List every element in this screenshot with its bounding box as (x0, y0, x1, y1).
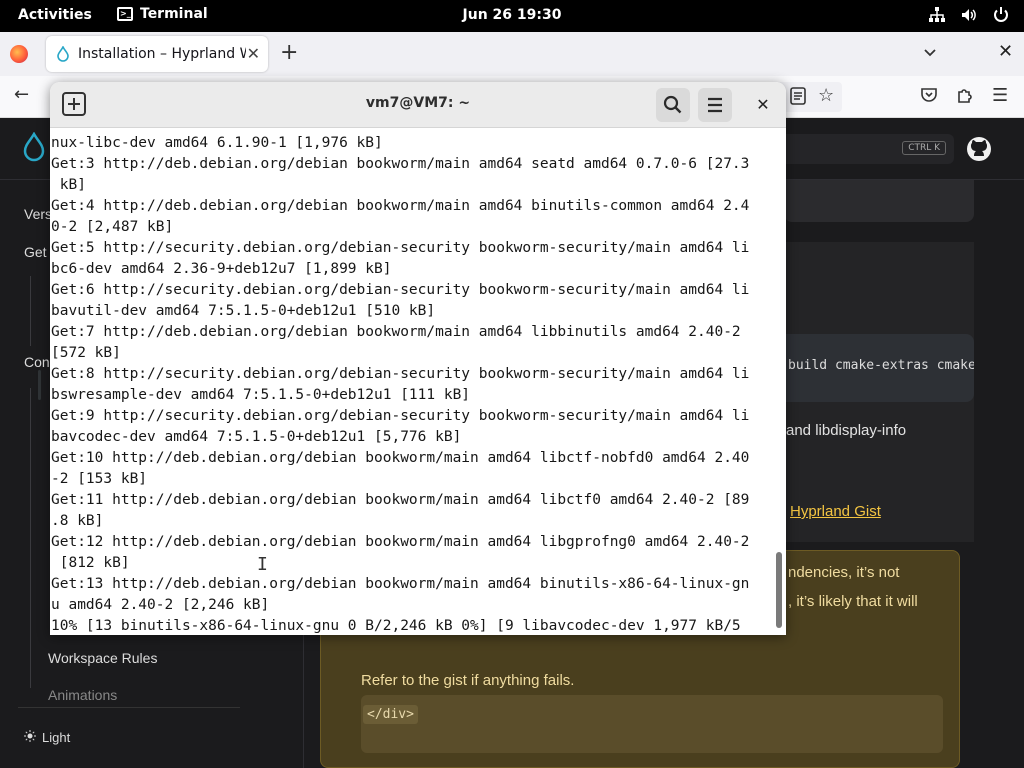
terminal-line: Get:5 http://security.debian.org/debian-… (51, 240, 750, 256)
warning-text: Refer to the gist if anything fails. (361, 672, 575, 689)
terminal-close-icon[interactable]: ✕ (750, 92, 776, 118)
warning-code-text: </div> (363, 705, 418, 724)
warning-text-line: , it’s likely that it will (788, 593, 918, 610)
app-name: Terminal (140, 6, 208, 22)
content-card (784, 180, 974, 222)
sidebar-tree-line (30, 276, 31, 346)
tab-close-icon[interactable]: ✕ (247, 44, 260, 63)
terminal-line: u amd64 2.40-2 [2,246 kB] (51, 597, 270, 613)
terminal-line: 10% [13 binutils-x86-64-linux-gnu 0 B/2,… (51, 618, 741, 634)
sidebar-item-configuring[interactable]: Con (24, 354, 50, 370)
text-cursor-icon: I (257, 554, 268, 575)
terminal-search-button[interactable] (656, 88, 690, 122)
terminal-line: Get:10 http://deb.debian.org/debian book… (51, 450, 750, 466)
terminal-line: -2 [153 kB] (51, 471, 148, 487)
theme-toggle[interactable]: Light (24, 730, 70, 745)
wiki-search-box[interactable]: CTRL K (780, 134, 954, 164)
back-icon[interactable]: ← (14, 84, 29, 105)
warning-text-line: ndencies, it’s not (788, 564, 900, 581)
terminal-line: .8 kB] (51, 513, 104, 529)
terminal-line: Get:7 http://deb.debian.org/debian bookw… (51, 324, 741, 340)
window-close-icon[interactable]: ✕ (998, 41, 1013, 62)
bookmark-star-icon[interactable]: ☆ (818, 85, 834, 106)
gnome-top-bar: Activities >_ Terminal Jun 26 19:30 (0, 0, 1024, 32)
volume-icon[interactable] (960, 6, 978, 28)
terminal-line: Get:9 http://security.debian.org/debian-… (51, 408, 750, 424)
terminal-line: Get:4 http://deb.debian.org/debian bookw… (51, 198, 750, 214)
sidebar-item-getting-started[interactable]: Get (24, 244, 47, 260)
network-icon[interactable] (928, 6, 946, 28)
sidebar-item-animations[interactable]: Animations (48, 687, 117, 703)
terminal-scrollbar[interactable] (776, 552, 782, 628)
paragraph-text: and libdisplay-info (786, 422, 907, 439)
terminal-line: bc6-dev amd64 2.36-9+deb12u7 [1,899 kB] (51, 261, 392, 277)
warning-code-block[interactable]: </div> (361, 695, 943, 753)
sidebar-selected-marker (38, 370, 41, 400)
sidebar-item-workspace-rules[interactable]: Workspace Rules (48, 650, 157, 666)
reader-view-icon[interactable] (790, 87, 806, 109)
browser-tab-active[interactable]: Installation – Hyprland W ✕ (46, 36, 268, 72)
terminal-line: [572 kB] (51, 345, 121, 361)
terminal-line: [812 kB] (51, 555, 130, 571)
terminal-line: Get:3 http://deb.debian.org/debian bookw… (51, 156, 750, 172)
terminal-line: bavutil-dev amd64 7:5.1.5-0+deb12u1 [510… (51, 303, 436, 319)
hyprland-gist-link[interactable]: Hyprland Gist (790, 503, 881, 520)
menu-icon[interactable]: ☰ (992, 85, 1008, 106)
tab-title: Installation – Hyprland W (78, 46, 246, 62)
terminal-line: bavcodec-dev amd64 7:5.1.5-0+deb12u1 [5,… (51, 429, 462, 445)
code-text: build cmake-extras cmake (788, 358, 974, 373)
search-icon (663, 95, 682, 114)
hyprland-logo-icon[interactable] (22, 131, 46, 167)
terminal-window[interactable]: vm7@VM7: ~ ✕ nux-libc-dev amd64 6.1.90-1… (50, 82, 786, 635)
code-block[interactable]: build cmake-extras cmake (784, 334, 974, 402)
sidebar-divider (18, 707, 240, 708)
system-tray[interactable] (928, 6, 1010, 28)
power-icon[interactable] (992, 6, 1010, 28)
hyprland-favicon-icon (57, 46, 69, 62)
terminal-icon: >_ (117, 7, 133, 21)
terminal-output[interactable]: nux-libc-dev amd64 6.1.90-1 [1,976 kB] Ge… (50, 129, 772, 635)
terminal-line: kB] (51, 177, 86, 193)
list-tabs-chevron-icon[interactable] (922, 44, 938, 64)
new-tab-icon[interactable] (62, 92, 86, 116)
terminal-line: Get:6 http://security.debian.org/debian-… (51, 282, 750, 298)
terminal-line: Get:8 http://security.debian.org/debian-… (51, 366, 750, 382)
sidebar-tree-line (30, 388, 31, 688)
search-shortcut-hint: CTRL K (902, 141, 946, 155)
terminal-menu-button[interactable] (698, 88, 732, 122)
firefox-icon (10, 45, 28, 63)
theme-label: Light (42, 730, 71, 745)
terminal-line: nux-libc-dev amd64 6.1.90-1 [1,976 kB] (51, 135, 383, 151)
activities-button[interactable]: Activities (18, 7, 92, 23)
app-menu-terminal[interactable]: >_ Terminal (117, 6, 208, 22)
sidebar-item-version[interactable]: Vers (24, 206, 52, 222)
terminal-line: 0-2 [2,487 kB] (51, 219, 174, 235)
github-icon[interactable] (966, 136, 992, 167)
hamburger-menu-icon (708, 97, 722, 113)
new-tab-button[interactable]: + (280, 40, 298, 65)
extensions-icon[interactable] (956, 86, 974, 108)
terminal-line: bswresample-dev amd64 7:5.1.5-0+deb12u1 … (51, 387, 471, 403)
pocket-icon[interactable] (920, 87, 938, 107)
terminal-line: Get:12 http://deb.debian.org/debian book… (51, 534, 750, 550)
browser-tab-strip: Installation – Hyprland W ✕ + ✕ (0, 32, 1024, 76)
terminal-titlebar[interactable]: vm7@VM7: ~ ✕ (50, 82, 786, 128)
terminal-line: Get:11 http://deb.debian.org/debian book… (51, 492, 750, 508)
sun-icon (24, 730, 36, 745)
terminal-line: Get:13 http://deb.debian.org/debian book… (51, 576, 750, 592)
